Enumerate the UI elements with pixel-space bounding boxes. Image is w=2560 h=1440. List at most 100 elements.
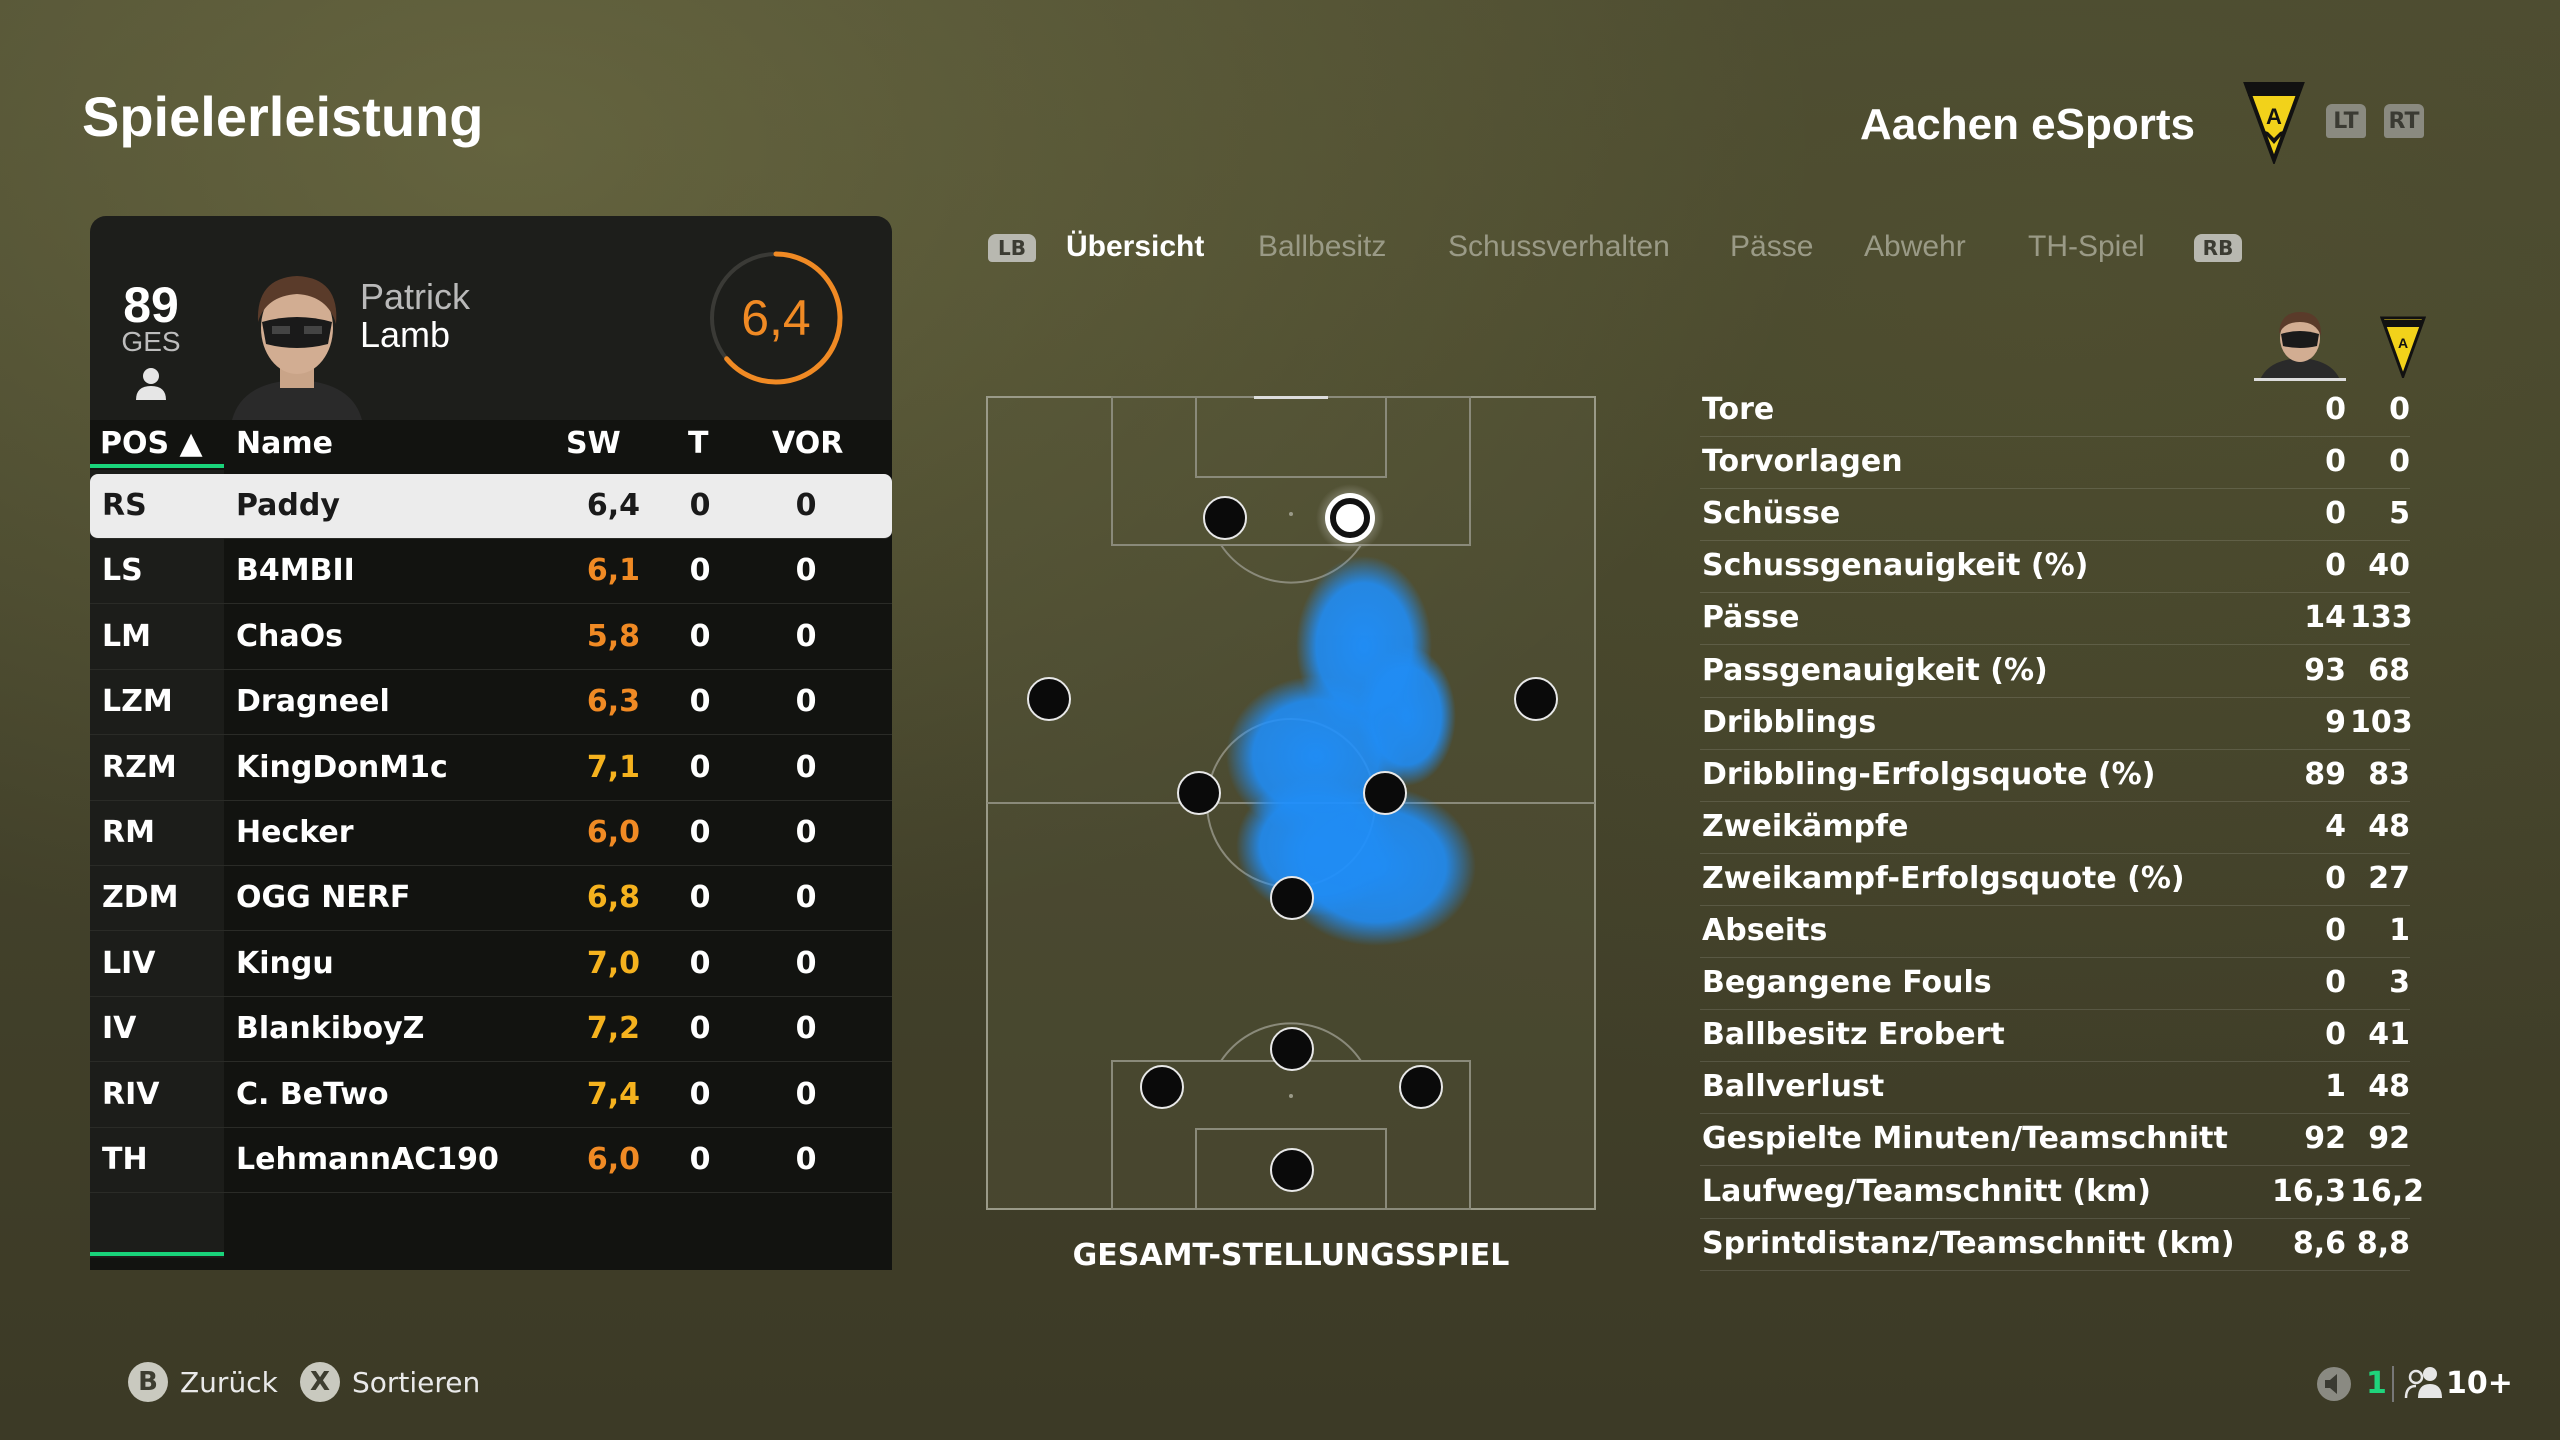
player-name-cell: Kingu	[236, 945, 334, 981]
player-name-cell: B4MBII	[236, 553, 355, 589]
footer-divider	[2392, 1366, 2394, 1402]
player-column-indicator	[2254, 378, 2346, 381]
player-name-cell: Dragneel	[236, 684, 390, 720]
player-stat-value: 9	[2325, 704, 2346, 740]
player-first-name: Patrick	[360, 276, 471, 317]
x-button[interactable]: X	[300, 1362, 340, 1402]
player-stat-value: 92	[2304, 1121, 2346, 1157]
b-button[interactable]: B	[128, 1362, 168, 1402]
sort-label[interactable]: Sortieren	[352, 1366, 480, 1399]
stat-label: Gespielte Minuten/Teamschnitt	[1702, 1121, 2228, 1157]
position-cell: RIV	[102, 1076, 160, 1112]
stat-row: Tore 0 0	[1700, 384, 2410, 437]
team-stat-value: 1	[2389, 913, 2410, 948]
team-stat-value: 92	[2368, 1121, 2410, 1157]
player-name-cell: BlankiboyZ	[236, 1011, 425, 1047]
player-stat-value: 0	[2325, 860, 2346, 896]
back-label[interactable]: Zurück	[180, 1366, 278, 1399]
table-row[interactable]: LS B4MBII 6,1 0 0	[90, 539, 892, 605]
position-cell: ZDM	[102, 880, 179, 916]
stat-row: Schussgenauigkeit (%) 0 40	[1700, 540, 2410, 594]
stat-label: Ballbesitz Erobert	[1702, 1017, 2005, 1053]
player-avatar	[232, 276, 362, 420]
assists-cell: 0	[795, 1076, 817, 1112]
stat-row: Zweikampf-Erfolgsquote (%) 0 27	[1700, 853, 2410, 906]
assists-cell: 0	[795, 749, 817, 785]
stat-label: Passgenauigkeit (%)	[1702, 652, 2048, 688]
svg-text:A: A	[2266, 104, 2282, 129]
stat-row: Ballverlust 1 48	[1700, 1061, 2410, 1115]
person-icon	[136, 368, 166, 400]
table-row[interactable]: TH LehmannAC190 6,0 0 0	[90, 1128, 892, 1193]
position-cell: LZM	[102, 684, 173, 720]
table-row[interactable]: RZM KingDonM1c 7,1 0 0	[90, 736, 892, 801]
team-name: Aachen eSports	[1860, 100, 2195, 149]
club-crest-icon: A	[2243, 82, 2305, 164]
table-row[interactable]: RS Paddy 6,4 0 0	[90, 474, 892, 539]
tab-paesse[interactable]: Pässe	[1730, 230, 1813, 264]
team-crest-icon: A	[2380, 316, 2426, 378]
stat-label: Dribbling-Erfolgsquote (%)	[1702, 756, 2156, 792]
position-cell: LS	[102, 553, 143, 589]
goals-cell: 0	[689, 880, 711, 916]
position-cell: TH	[102, 1142, 148, 1177]
name-header[interactable]: Name	[236, 426, 333, 461]
player-stat-value: 0	[2325, 965, 2346, 1001]
tab-uebersicht[interactable]: Übersicht	[1066, 230, 1204, 264]
table-row[interactable]: LZM Dragneel 6,3 0 0	[90, 670, 892, 736]
table-row[interactable]: ZDM OGG NERF 6,8 0 0	[90, 866, 892, 932]
stat-row: Sprintdistanz/Teamschnitt (km) 8,6 8,8	[1700, 1218, 2410, 1271]
rt-trigger-button[interactable]: RT	[2384, 104, 2424, 138]
goals-cell: 0	[689, 945, 711, 981]
team-stat-value: 0	[2389, 392, 2410, 427]
player-name-cell: ChaOs	[236, 618, 343, 654]
team-stat-value: 41	[2368, 1017, 2410, 1053]
lt-trigger-button[interactable]: LT	[2326, 104, 2366, 138]
goals-cell: 0	[689, 1076, 711, 1112]
table-row[interactable]: LM ChaOs 5,8 0 0	[90, 605, 892, 670]
tab-abwehr[interactable]: Abwehr	[1864, 230, 1966, 264]
assists-cell: 0	[795, 553, 817, 589]
team-stat-value: 40	[2368, 548, 2410, 584]
assists-header[interactable]: VOR	[772, 426, 843, 461]
tab-schussverhalten[interactable]: Schussverhalten	[1448, 230, 1670, 264]
player-last-name: Lamb	[360, 314, 451, 355]
stat-label: Begangene Fouls	[1702, 965, 1992, 1001]
tab-ballbesitz[interactable]: Ballbesitz	[1258, 230, 1386, 264]
player-name-cell: KingDonM1c	[236, 749, 448, 785]
stat-row: Zweikämpfe 4 48	[1700, 801, 2410, 854]
sort-by-position-header[interactable]: POS ▲	[100, 426, 203, 461]
stat-row: Schüsse 0 5	[1700, 488, 2410, 542]
rating-cell: 5,8	[586, 618, 640, 654]
muted-count: 1	[2366, 1366, 2387, 1401]
table-row[interactable]: LIV Kingu 7,0 0 0	[90, 932, 892, 997]
tab-th-spiel[interactable]: TH-Spiel	[2028, 230, 2145, 264]
rb-bumper-button[interactable]: RB	[2194, 234, 2242, 262]
rating-cell: 6,3	[586, 684, 640, 720]
sort-indicator	[90, 464, 224, 468]
player-stat-value: 0	[2325, 548, 2346, 584]
player-stat-value: 14	[2304, 600, 2346, 636]
table-row[interactable]: RIV C. BeTwo 7,4 0 0	[90, 1063, 892, 1128]
table-row[interactable]: IV BlankiboyZ 7,2 0 0	[90, 997, 892, 1063]
team-stat-value: 48	[2368, 1069, 2410, 1105]
stat-label: Abseits	[1702, 913, 1828, 948]
position-cell: LIV	[102, 945, 156, 981]
lb-bumper-button[interactable]: LB	[988, 234, 1036, 262]
goals-cell: 0	[689, 684, 711, 720]
stat-label: Zweikampf-Erfolgsquote (%)	[1702, 860, 2185, 896]
rating-cell: 7,2	[586, 1011, 640, 1047]
team-stat-value: 16,2	[2350, 1173, 2425, 1209]
stat-label: Laufweg/Teamschnitt (km)	[1702, 1173, 2151, 1209]
assists-cell: 0	[795, 488, 817, 523]
assists-cell: 0	[795, 945, 817, 981]
position-cell: IV	[102, 1011, 137, 1047]
stat-label: Sprintdistanz/Teamschnitt (km)	[1702, 1225, 2235, 1261]
table-row[interactable]: RM Hecker 6,0 0 0	[90, 801, 892, 866]
rating-header[interactable]: SW	[566, 426, 621, 461]
team-stat-value: 68	[2368, 652, 2410, 688]
stat-label: Schüsse	[1702, 496, 1841, 532]
player-stat-value: 89	[2304, 756, 2346, 792]
goals-header[interactable]: T	[688, 426, 708, 461]
player-stat-value: 0	[2325, 444, 2346, 480]
